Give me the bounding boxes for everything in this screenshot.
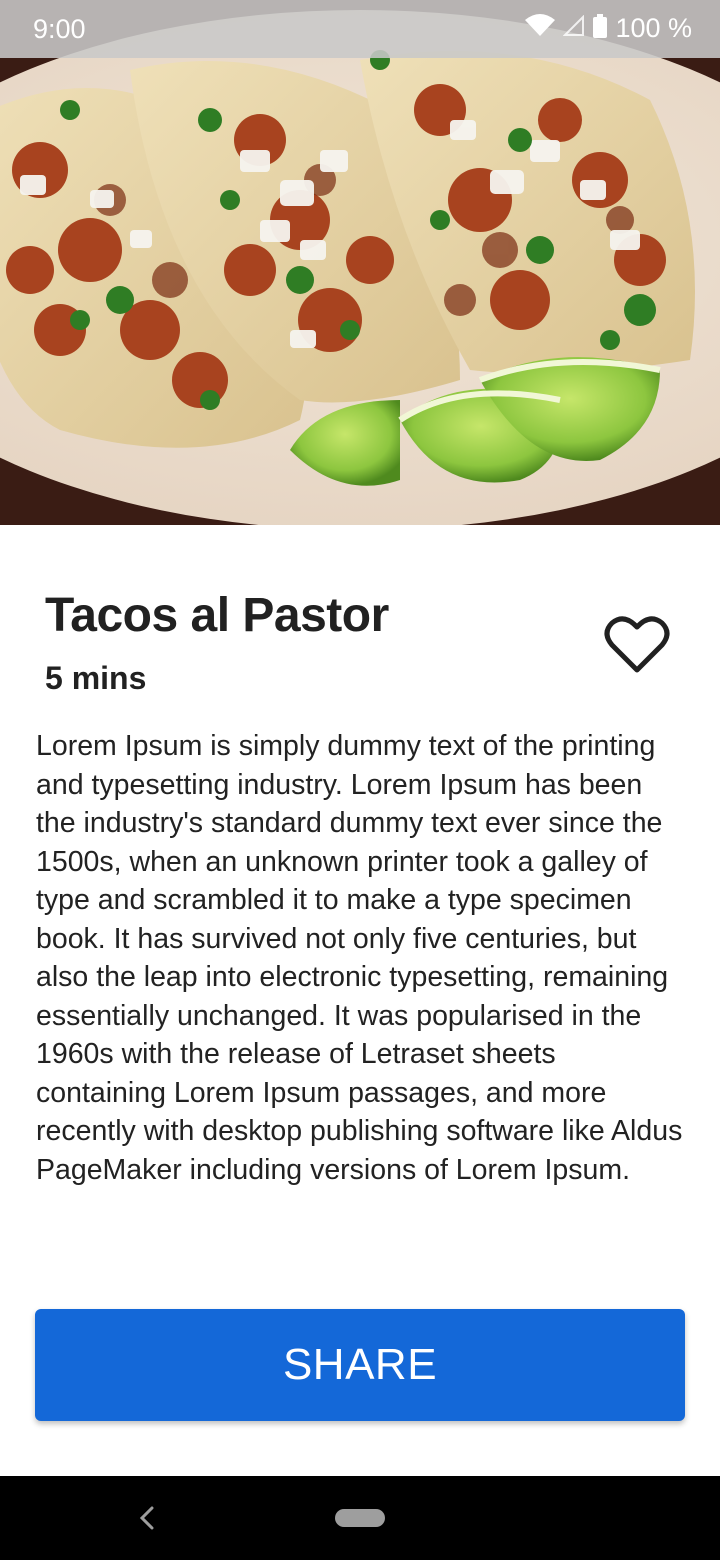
status-time: 9:00: [33, 14, 86, 44]
navigation-bar: [0, 1476, 720, 1560]
recipe-hero-image: [0, 0, 720, 525]
wifi-icon: [525, 14, 556, 43]
share-button[interactable]: SHARE: [35, 1309, 685, 1421]
battery-percent: 100 %: [615, 13, 692, 43]
tacos-photo: [0, 0, 720, 525]
favorite-button[interactable]: [600, 610, 674, 680]
status-bar: 9:00 100 %: [0, 0, 720, 58]
battery-icon: [593, 14, 608, 43]
status-icons: 100 %: [525, 13, 692, 44]
home-pill-icon[interactable]: [335, 1509, 385, 1527]
recipe-title: Tacos al Pastor: [45, 589, 389, 642]
signal-icon: [563, 14, 585, 42]
heart-outline-icon: [604, 616, 670, 673]
recipe-description: Lorem Ipsum is simply dummy text of the …: [36, 730, 683, 1186]
recipe-duration: 5 mins: [45, 660, 147, 696]
back-icon[interactable]: [132, 1502, 162, 1534]
